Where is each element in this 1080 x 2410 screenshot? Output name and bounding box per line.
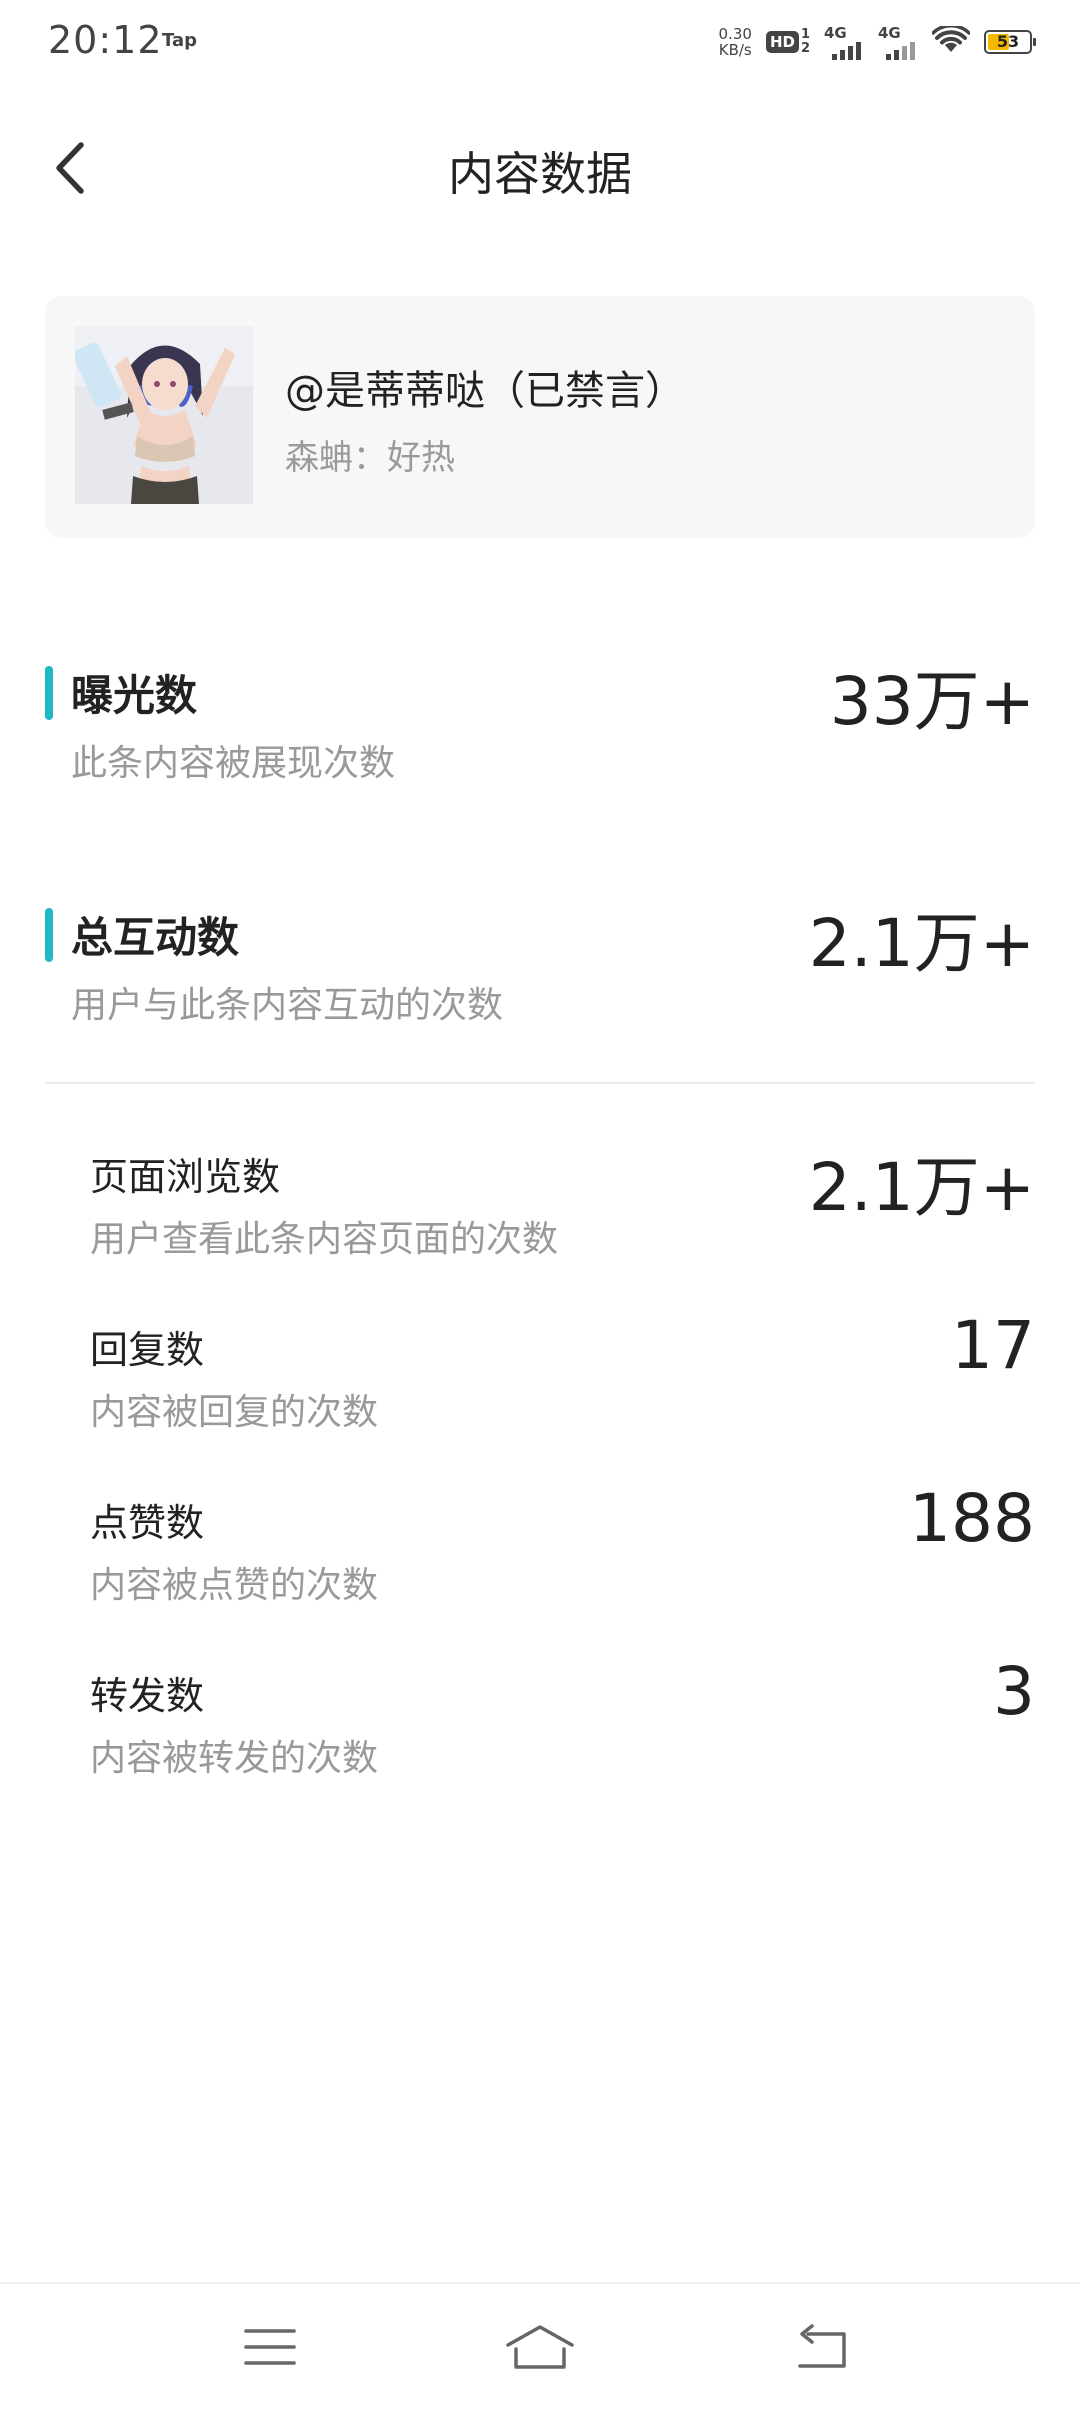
nav-home-button[interactable]	[490, 2314, 590, 2384]
signal-icon-sim1: 4G	[824, 24, 864, 60]
metric-shares: 转发数 内容被转发的次数 3	[90, 1653, 1035, 1795]
metric-description: 用户查看此条内容页面的次数	[90, 1219, 559, 1260]
home-icon	[504, 2323, 576, 2375]
metric-value: 17	[951, 1307, 1035, 1384]
signal-icon-sim2: 4G	[878, 24, 918, 60]
metric-description: 内容被回复的次数	[90, 1392, 379, 1433]
metric-page-views: 页面浏览数 用户查看此条内容页面的次数 2.1万+	[90, 1146, 1035, 1276]
metric-description: 内容被点赞的次数	[90, 1565, 379, 1606]
metric-value: 2.1万+	[808, 1149, 1035, 1226]
metric-likes: 点赞数 内容被点赞的次数 188	[90, 1480, 1035, 1622]
status-time: 20:12	[48, 18, 163, 62]
metric-description: 用户与此条内容互动的次数	[71, 985, 504, 1026]
battery-icon: 53	[984, 30, 1036, 54]
signal-2-label: 4G	[878, 24, 901, 42]
nav-menu-button[interactable]	[220, 2314, 320, 2384]
hd-sim-bottom: 2	[800, 41, 810, 56]
metric-total-interactions: 总互动数 用户与此条内容互动的次数 2.1万+	[45, 890, 1035, 1030]
page-title: 内容数据	[448, 147, 632, 201]
metric-title: 总互动数	[71, 913, 240, 962]
metric-description: 此条内容被展现次数	[71, 743, 396, 784]
status-bar: 20:12 Tap 0.30 KB/s HD 1 2 4G 4G 53	[0, 0, 1080, 82]
menu-icon	[243, 2325, 297, 2373]
metric-exposure: 曝光数 此条内容被展现次数 33万+	[45, 648, 1035, 788]
title-bar: 内容数据	[0, 120, 1080, 220]
battery-level: 53	[996, 32, 1020, 51]
metric-value: 3	[993, 1653, 1035, 1730]
metric-accent-bar	[45, 666, 53, 720]
metric-title: 曝光数	[71, 671, 198, 720]
network-speed-value: 0.30	[718, 25, 752, 43]
metric-description: 内容被转发的次数	[90, 1738, 379, 1779]
back-icon	[794, 2324, 850, 2374]
divider	[45, 1082, 1035, 1084]
wifi-icon	[931, 24, 971, 58]
network-speed: 0.30 KB/s	[719, 26, 752, 58]
back-button[interactable]	[40, 140, 100, 200]
metric-title: 转发数	[90, 1674, 205, 1718]
status-indicators: 0.30 KB/s HD 1 2 4G 4G 53	[719, 22, 1036, 62]
metric-title: 回复数	[90, 1328, 205, 1372]
metric-title: 页面浏览数	[90, 1155, 281, 1199]
nav-back-button[interactable]	[772, 2314, 872, 2384]
metric-value: 33万+	[829, 663, 1035, 740]
post-author: @是蒂蒂哒（已禁言）	[285, 368, 685, 414]
metric-value: 2.1万+	[808, 905, 1035, 982]
network-speed-unit: KB/s	[718, 41, 752, 59]
signal-1-label: 4G	[824, 24, 847, 42]
status-app-label: Tap	[162, 30, 197, 51]
metric-replies: 回复数 内容被回复的次数 17	[90, 1307, 1035, 1449]
post-card[interactable]: @是蒂蒂哒（已禁言） 森蚺：好热	[45, 296, 1035, 538]
hd-sim-top: 1	[800, 27, 810, 42]
system-nav-bar	[0, 2282, 1080, 2410]
metric-title: 点赞数	[90, 1501, 205, 1545]
hd-sim-numbers: 1 2	[801, 28, 810, 56]
chevron-left-icon	[53, 141, 87, 199]
metric-value: 188	[909, 1480, 1035, 1557]
post-snippet: 森蚺：好热	[285, 438, 455, 478]
post-thumbnail	[75, 326, 253, 504]
metric-accent-bar	[45, 908, 53, 962]
hd-badge: HD 1 2	[765, 28, 810, 56]
hd-label: HD	[765, 31, 799, 53]
